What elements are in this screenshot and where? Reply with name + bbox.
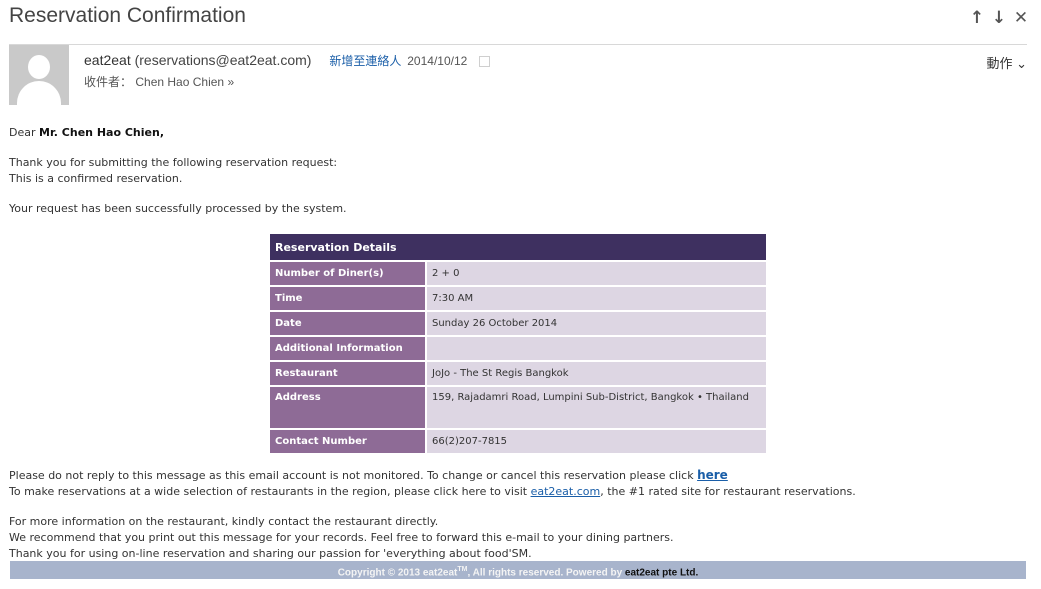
row-value: JoJo - The St Regis Bangkok bbox=[425, 360, 766, 386]
row-value: 2 + 0 bbox=[425, 260, 766, 286]
no-reply-line: Please do not reply to this message as t… bbox=[9, 467, 856, 484]
email-date: 2014/10/12 bbox=[407, 54, 468, 68]
table-header: Reservation Details bbox=[270, 234, 766, 261]
avatar bbox=[9, 45, 69, 105]
recipient-line: 收件者： Chen Hao Chien » bbox=[84, 73, 234, 90]
row-value: Sunday 26 October 2014 bbox=[425, 310, 766, 336]
no-reply-text: Please do not reply to this message as t… bbox=[9, 469, 698, 482]
visit-suffix: , the #1 rated site for restaurant reser… bbox=[600, 485, 856, 498]
footer-bar: Copyright © 2013 eat2eatTM, All rights r… bbox=[10, 561, 1026, 579]
row-label: Additional Information bbox=[270, 335, 426, 361]
visit-line: To make reservations at a wide selection… bbox=[9, 484, 856, 500]
footer-copyright: Copyright © 2013 eat2eat bbox=[337, 567, 458, 579]
sender-email: (reservations@eat2eat.com) bbox=[134, 52, 312, 68]
previous-message-icon[interactable]: ↑ bbox=[969, 8, 985, 28]
table-row: Number of Diner(s) 2 + 0 bbox=[270, 260, 766, 286]
email-subject: Reservation Confirmation bbox=[9, 4, 246, 27]
more-info-line: For more information on the restaurant, … bbox=[9, 515, 439, 528]
site-link[interactable]: eat2eat.com bbox=[531, 485, 601, 498]
table-row: Date Sunday 26 October 2014 bbox=[270, 310, 766, 336]
thanks-line: Thank you for using on-line reservation … bbox=[9, 547, 532, 560]
row-value: 66(2)207-7815 bbox=[425, 428, 766, 453]
header-divider bbox=[9, 44, 1027, 45]
thank-you-line: Thank you for submitting the following r… bbox=[9, 156, 338, 169]
greeting: Dear Mr. Chen Hao Chien, bbox=[9, 125, 347, 141]
row-value bbox=[425, 335, 766, 361]
actions-label: 動作 bbox=[986, 56, 1013, 71]
row-label: Date bbox=[270, 310, 426, 336]
row-label: Time bbox=[270, 285, 426, 311]
sender-name[interactable]: eat2eat bbox=[84, 52, 131, 68]
sender-line: eat2eat (reservations@eat2eat.com) 新增至連絡… bbox=[84, 52, 491, 69]
print-line: We recommend that you print out this mes… bbox=[9, 531, 674, 544]
greeting-name: Mr. Chen Hao Chien, bbox=[39, 126, 164, 139]
reservation-table: Reservation Details Number of Diner(s) 2 … bbox=[270, 234, 766, 453]
footer-rest: , All rights reserved. Powered by bbox=[467, 567, 625, 579]
close-icon[interactable]: ✕ bbox=[1013, 8, 1029, 28]
row-label: Number of Diner(s) bbox=[270, 260, 426, 286]
toolbar: ↑ ↓ ✕ bbox=[969, 8, 1029, 28]
table-row: Address 159, Rajadamri Road, Lumpini Sub-… bbox=[270, 385, 766, 429]
avatar-head bbox=[28, 55, 50, 79]
processed-line: Your request has been successfully proce… bbox=[9, 202, 347, 215]
table-row: Restaurant JoJo - The St Regis Bangkok bbox=[270, 360, 766, 386]
next-message-icon[interactable]: ↓ bbox=[991, 8, 1007, 28]
table-row: Additional Information bbox=[270, 335, 766, 361]
here-link[interactable]: here bbox=[697, 468, 728, 482]
actions-menu[interactable]: 動作 ⌄ bbox=[986, 53, 1027, 72]
row-value: 7:30 AM bbox=[425, 285, 766, 311]
expand-recipients-icon[interactable]: » bbox=[227, 75, 234, 89]
row-label: Restaurant bbox=[270, 360, 426, 386]
avatar-body bbox=[17, 81, 61, 105]
add-contact-link[interactable]: 新增至連絡人 bbox=[329, 54, 401, 68]
greeting-prefix: Dear bbox=[9, 126, 39, 139]
to-label: 收件者： bbox=[84, 75, 133, 89]
confirmed-line: This is a confirmed reservation. bbox=[9, 172, 183, 185]
flag-icon[interactable] bbox=[479, 55, 491, 67]
email-notes: Please do not reply to this message as t… bbox=[9, 467, 856, 562]
email-body: Dear Mr. Chen Hao Chien, Thank you for s… bbox=[9, 125, 347, 217]
row-value: 159, Rajadamri Road, Lumpini Sub-Distric… bbox=[425, 385, 766, 429]
footer-company: eat2eat pte Ltd. bbox=[624, 567, 699, 579]
footer-tm: TM bbox=[457, 566, 468, 573]
table-row: Time 7:30 AM bbox=[270, 285, 766, 311]
to-name[interactable]: Chen Hao Chien bbox=[135, 75, 224, 89]
table-row: Contact Number 66(2)207-7815 bbox=[270, 428, 766, 453]
row-label: Contact Number bbox=[270, 428, 426, 453]
row-label: Address bbox=[270, 385, 426, 429]
visit-prefix: To make reservations at a wide selection… bbox=[9, 485, 531, 498]
chevron-down-icon: ⌄ bbox=[1016, 56, 1027, 71]
